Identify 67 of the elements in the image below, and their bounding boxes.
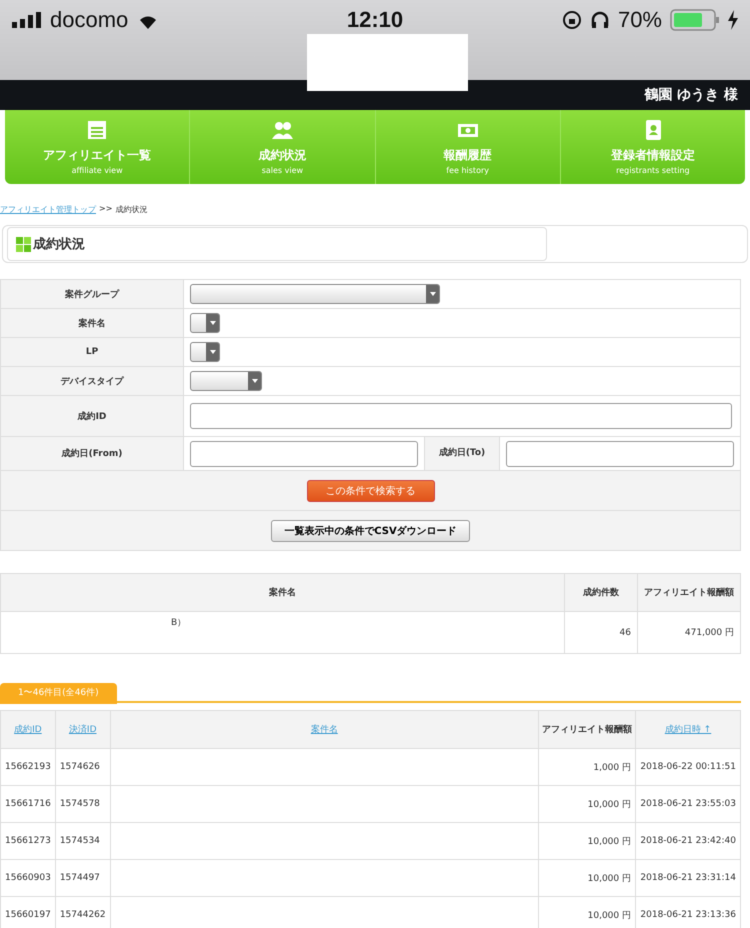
nav-tab[interactable]: アフィリエイト一覧 affiliate view (5, 110, 190, 184)
field-label: 案件名 (0, 308, 184, 338)
nav-tab[interactable]: 報酬履歴 fee history (374, 110, 560, 184)
breadcrumb-current: 成約状況 (115, 204, 148, 215)
field-label: 成約ID (0, 396, 184, 436)
sort-link[interactable]: 成約ID (14, 724, 42, 734)
breadcrumb-separator: >> (99, 204, 112, 215)
table-cell: 10,000 円 (588, 800, 631, 810)
table-cell: 15660197 (5, 910, 51, 920)
column-header: 成約件数 (564, 574, 638, 612)
table-cell: 2018-06-22 00:11:51 (640, 762, 736, 772)
table-cell: 10,000 円 (588, 874, 631, 884)
table-cell: 1,000 円 (593, 762, 631, 772)
nav-tab[interactable]: 成約状況 sales view (189, 110, 374, 184)
table-cell: 15744262 (60, 910, 106, 920)
table-cell: 1574626 (60, 762, 100, 772)
charging-icon (728, 10, 738, 30)
clock-time: 12:10 (346, 7, 404, 33)
table-cell: 46 (620, 628, 631, 638)
list-icon (86, 119, 108, 141)
signal-icon (12, 12, 42, 28)
dropdown[interactable] (190, 313, 220, 333)
table-cell: 15661716 (5, 799, 51, 809)
table-cell: 2018-06-21 23:42:40 (640, 836, 736, 846)
people-icon (271, 119, 294, 141)
table-cell: 10,000 円 (588, 836, 631, 846)
table-cell: B） (171, 618, 186, 628)
field-label: 成約日(From) (0, 436, 184, 470)
carrier-name: docomo (50, 7, 128, 33)
breadcrumb-link[interactable]: アフィリエイト管理トップ (0, 204, 96, 215)
field-label: 案件グループ (0, 280, 184, 308)
table-cell: 2018-06-21 23:55:03 (640, 799, 736, 809)
table-cell: 2018-06-21 23:31:14 (640, 873, 736, 883)
table-cell: 1574497 (60, 873, 100, 883)
dropdown[interactable] (190, 371, 262, 391)
page-title: 成約状況 (33, 236, 85, 253)
table-cell: 2018-06-21 23:13:36 (640, 910, 736, 920)
date-field[interactable] (190, 440, 418, 466)
table-cell: 15660903 (5, 873, 51, 883)
battery-percent: 70% (618, 7, 662, 33)
table-cell: 1574534 (60, 836, 100, 846)
field-label: LP (0, 338, 184, 366)
battery-icon (670, 9, 720, 31)
table-cell: 471,000 円 (684, 628, 734, 638)
table-cell: 15661273 (5, 836, 51, 846)
headphones-icon (590, 10, 610, 30)
dropdown[interactable] (190, 284, 440, 304)
column-header: アフィリエイト報酬額 (638, 574, 740, 612)
field-label: デバイスタイプ (0, 366, 184, 396)
grid-icon (16, 236, 31, 252)
user-name: 鶴園 ゆうき 様 (644, 86, 738, 104)
sort-link[interactable]: 案件名 (310, 724, 338, 734)
csv-download-button[interactable]: 一覧表示中の条件でCSVダウンロード (271, 520, 470, 542)
search-button[interactable]: この条件で検索する (306, 480, 434, 502)
input-field[interactable] (190, 403, 732, 429)
table-cell: 10,000 円 (588, 910, 631, 920)
date-field[interactable] (506, 440, 734, 466)
page-tab[interactable]: 1〜46件目(全46件) (0, 683, 117, 704)
table-cell: 15662193 (5, 762, 51, 772)
nav-tab[interactable]: 登録者情報設定 registrants setting (560, 110, 745, 184)
sort-link[interactable]: 決済ID (68, 724, 97, 734)
field-label: 成約日(To) (424, 437, 500, 470)
sort-link[interactable]: 成約日時 ↑ (664, 724, 712, 734)
table-cell: 1574578 (60, 799, 100, 809)
dropdown[interactable] (190, 342, 220, 362)
column-header: アフィリエイト報酬額 (542, 724, 632, 734)
column-header: 案件名 (0, 574, 564, 612)
